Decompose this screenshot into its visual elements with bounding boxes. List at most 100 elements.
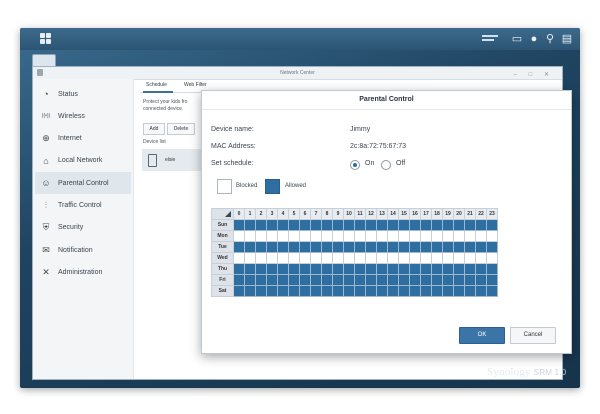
- schedule-cell[interactable]: [343, 241, 355, 253]
- schedule-cell[interactable]: [321, 285, 333, 297]
- schedule-cell[interactable]: [343, 219, 355, 231]
- schedule-cell[interactable]: [431, 285, 443, 297]
- schedule-cell[interactable]: [277, 252, 289, 264]
- sidebar-item-wireless[interactable]: ((•)) Wireless: [35, 105, 131, 127]
- schedule-cell[interactable]: [409, 285, 421, 297]
- hour-header[interactable]: 9: [332, 208, 344, 220]
- schedule-cell[interactable]: [233, 219, 245, 231]
- schedule-cell[interactable]: [453, 263, 465, 275]
- schedule-cell[interactable]: [431, 274, 443, 286]
- hour-header[interactable]: 21: [464, 208, 476, 220]
- schedule-cell[interactable]: [475, 241, 487, 253]
- schedule-cell[interactable]: [343, 230, 355, 242]
- schedule-cell[interactable]: [233, 241, 245, 253]
- schedule-cell[interactable]: [277, 230, 289, 242]
- schedule-cell[interactable]: [277, 274, 289, 286]
- schedule-cell[interactable]: [299, 241, 311, 253]
- schedule-cell[interactable]: [244, 263, 256, 275]
- legend-blocked-swatch[interactable]: [217, 179, 232, 194]
- tab-web-filter[interactable]: Web Filter: [184, 82, 207, 88]
- schedule-cell[interactable]: [486, 252, 498, 264]
- day-header[interactable]: Thu: [211, 263, 234, 275]
- schedule-cell[interactable]: [398, 230, 410, 242]
- schedule-cell[interactable]: [398, 274, 410, 286]
- schedule-cell[interactable]: [442, 219, 454, 231]
- schedule-cell[interactable]: [475, 263, 487, 275]
- day-header[interactable]: Wed: [211, 252, 234, 264]
- schedule-cell[interactable]: [442, 274, 454, 286]
- widgets-icon[interactable]: ▤: [560, 32, 574, 46]
- schedule-cell[interactable]: [376, 285, 388, 297]
- schedule-cell[interactable]: [255, 274, 267, 286]
- cancel-button[interactable]: Cancel: [510, 327, 556, 344]
- schedule-cell[interactable]: [277, 263, 289, 275]
- schedule-cell[interactable]: [420, 241, 432, 253]
- schedule-cell[interactable]: [233, 252, 245, 264]
- hour-header[interactable]: 20: [453, 208, 465, 220]
- schedule-cell[interactable]: [387, 219, 399, 231]
- schedule-cell[interactable]: [365, 230, 377, 242]
- schedule-cell[interactable]: [266, 230, 278, 242]
- schedule-cell[interactable]: [255, 219, 267, 231]
- schedule-grid[interactable]: 0 1 2 3 4 5 6 7 8 9 10 11 12 13 14 15 16 17 18 19 20 21 22 23 Su…: [211, 208, 498, 297]
- schedule-cell[interactable]: [486, 241, 498, 253]
- schedule-cell[interactable]: [332, 241, 344, 253]
- schedule-cell[interactable]: [453, 274, 465, 286]
- day-header[interactable]: Sat: [211, 285, 234, 297]
- schedule-cell[interactable]: [321, 252, 333, 264]
- schedule-cell[interactable]: [299, 285, 311, 297]
- schedule-cell[interactable]: [255, 230, 267, 242]
- schedule-cell[interactable]: [354, 263, 366, 275]
- schedule-cell[interactable]: [299, 219, 311, 231]
- schedule-cell[interactable]: [266, 241, 278, 253]
- schedule-cell[interactable]: [420, 230, 432, 242]
- schedule-cell[interactable]: [464, 252, 476, 264]
- schedule-cell[interactable]: [288, 230, 300, 242]
- schedule-cell[interactable]: [376, 252, 388, 264]
- sidebar-item-notification[interactable]: ✉ Notification: [35, 239, 131, 261]
- schedule-cell[interactable]: [387, 263, 399, 275]
- schedule-cell[interactable]: [453, 219, 465, 231]
- sidebar-item-status[interactable]: ◔ Status: [35, 83, 131, 105]
- schedule-cell[interactable]: [442, 285, 454, 297]
- sidebar-item-security[interactable]: ⛨ Security: [35, 217, 131, 239]
- schedule-cell[interactable]: [310, 285, 322, 297]
- schedule-cell[interactable]: [277, 285, 289, 297]
- day-header[interactable]: Fri: [211, 274, 234, 286]
- schedule-cell[interactable]: [453, 285, 465, 297]
- schedule-cell[interactable]: [332, 252, 344, 264]
- select-all-corner[interactable]: [211, 208, 234, 220]
- schedule-cell[interactable]: [288, 274, 300, 286]
- schedule-cell[interactable]: [233, 274, 245, 286]
- schedule-on-radio[interactable]: [350, 160, 360, 170]
- schedule-cell[interactable]: [475, 219, 487, 231]
- hour-header[interactable]: 3: [266, 208, 278, 220]
- schedule-cell[interactable]: [431, 263, 443, 275]
- hour-header[interactable]: 6: [299, 208, 311, 220]
- schedule-cell[interactable]: [288, 241, 300, 253]
- ok-button[interactable]: OK: [459, 327, 505, 344]
- schedule-cell[interactable]: [398, 285, 410, 297]
- schedule-cell[interactable]: [442, 263, 454, 275]
- schedule-off-radio[interactable]: [381, 160, 391, 170]
- schedule-cell[interactable]: [288, 252, 300, 264]
- hour-header[interactable]: 1: [244, 208, 256, 220]
- tab-schedule[interactable]: Schedule: [146, 82, 167, 88]
- schedule-cell[interactable]: [255, 241, 267, 253]
- schedule-cell[interactable]: [442, 230, 454, 242]
- schedule-cell[interactable]: [420, 263, 432, 275]
- schedule-cell[interactable]: [343, 263, 355, 275]
- schedule-cell[interactable]: [464, 263, 476, 275]
- schedule-cell[interactable]: [288, 263, 300, 275]
- schedule-cell[interactable]: [299, 252, 311, 264]
- hour-header[interactable]: 17: [420, 208, 432, 220]
- hour-header[interactable]: 23: [486, 208, 498, 220]
- sidebar-item-traffic-control[interactable]: ⫶ Traffic Control: [35, 195, 131, 217]
- schedule-cell[interactable]: [486, 274, 498, 286]
- hour-header[interactable]: 7: [310, 208, 322, 220]
- schedule-cell[interactable]: [442, 241, 454, 253]
- schedule-cell[interactable]: [354, 252, 366, 264]
- schedule-cell[interactable]: [409, 219, 421, 231]
- schedule-cell[interactable]: [343, 252, 355, 264]
- schedule-cell[interactable]: [420, 285, 432, 297]
